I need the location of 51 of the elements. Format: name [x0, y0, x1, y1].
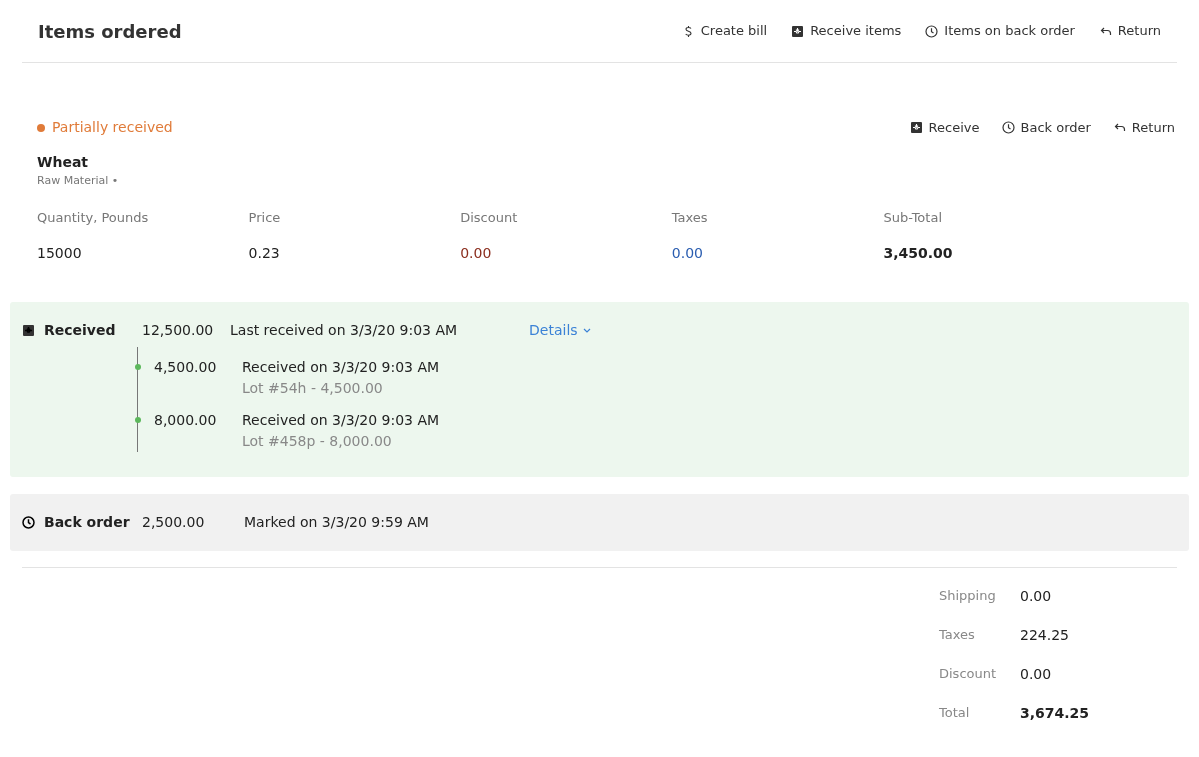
received-note: Last received on 3/3/20 9:03 AM — [230, 321, 458, 340]
received-note: Received on 3/3/20 9:03 AM — [242, 411, 440, 430]
lot-text: Lot #458p - 8,000.00 — [242, 432, 393, 451]
field-value: 0.00 — [671, 244, 704, 263]
undo-icon — [1112, 121, 1126, 134]
action-button[interactable]: Items on back order — [925, 21, 1075, 41]
action-button[interactable]: Return — [1112, 117, 1175, 138]
amount-text: 12,500.00 — [142, 321, 215, 340]
back-order-note: Marked on 3/3/20 9:59 AM — [244, 513, 429, 532]
details-button[interactable]: Details — [529, 320, 591, 341]
total-label: Taxes — [939, 626, 976, 644]
field-value: 15000 — [37, 244, 83, 263]
total-value: 0.00 — [1020, 665, 1053, 684]
field-label: Taxes — [671, 208, 709, 227]
field-value: 3,450.00 — [883, 244, 954, 263]
field-label: Sub-Total — [883, 208, 943, 227]
field-value: 0.23 — [248, 244, 281, 263]
action-button[interactable]: Create bill — [681, 21, 768, 41]
amount-text: 2,500.00 — [142, 513, 206, 532]
action-button[interactable]: Receive — [909, 117, 980, 138]
total-value: 0.00 — [1020, 587, 1053, 606]
inbox-icon — [909, 121, 923, 134]
clock-icon — [925, 24, 939, 38]
field-label: Price — [248, 208, 282, 227]
field-value: 0.00 — [460, 244, 493, 263]
timeline-dot — [134, 364, 141, 370]
action-button[interactable]: Back order — [1001, 117, 1091, 138]
lot-text: Lot #54h - 4,500.00 — [242, 379, 384, 398]
action-button[interactable]: Return — [1098, 21, 1161, 41]
total-value: 3,674.25 — [1020, 704, 1091, 723]
field-label: Quantity, Pounds — [37, 208, 150, 227]
action-button[interactable]: Receive items — [791, 21, 902, 41]
amount-text: 4,500.00 — [154, 358, 218, 377]
received-note: Received on 3/3/20 9:03 AM — [242, 358, 440, 377]
field-label: Discount — [460, 208, 519, 227]
section-label: Received — [44, 321, 116, 340]
inbox-icon — [22, 324, 35, 337]
clock-icon — [22, 516, 35, 529]
clock-icon — [1001, 121, 1015, 134]
inbox-icon — [791, 24, 805, 38]
amount-text: 8,000.00 — [154, 411, 218, 430]
total-label: Shipping — [939, 587, 997, 605]
total-label: Discount — [939, 665, 998, 683]
page-title: Items ordered — [38, 19, 182, 44]
status-text: Partially received — [52, 118, 173, 137]
item-name: Wheat — [37, 153, 90, 172]
timeline-dot — [134, 417, 141, 423]
item-category: Raw Material • — [37, 173, 120, 189]
section-label: Back order — [44, 513, 130, 532]
total-value: 224.25 — [1020, 626, 1070, 645]
total-label: Total — [939, 704, 971, 722]
